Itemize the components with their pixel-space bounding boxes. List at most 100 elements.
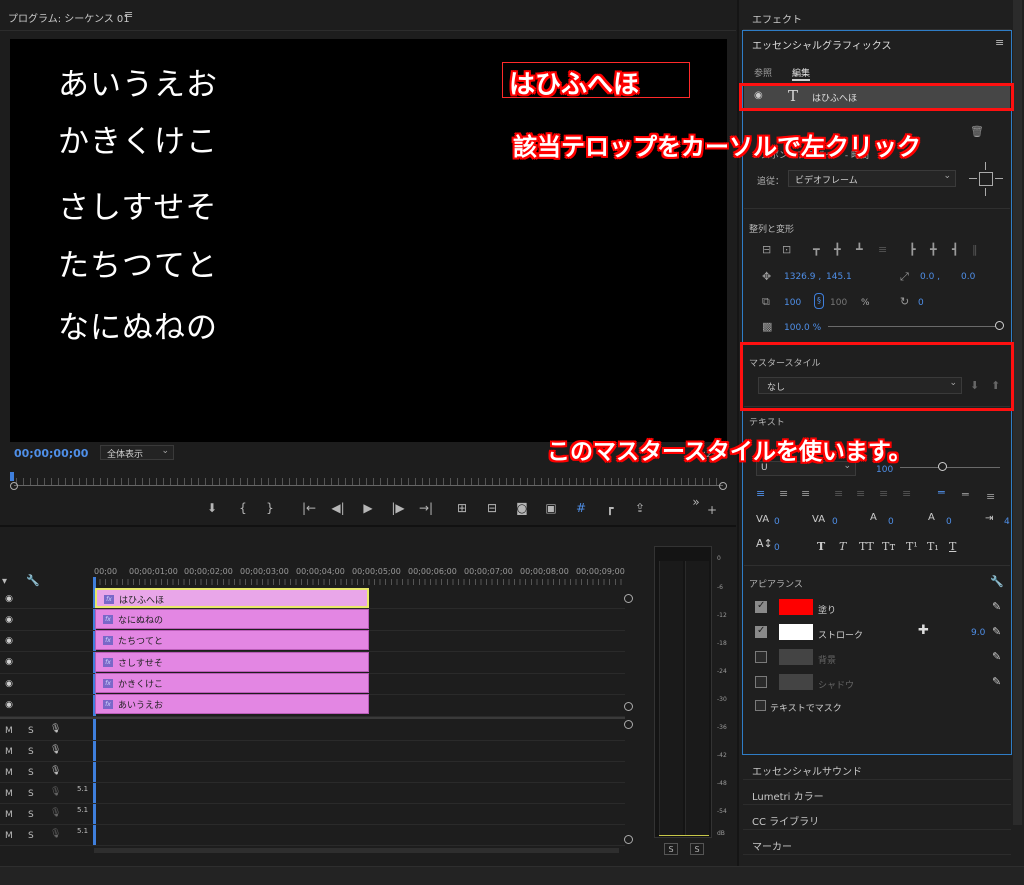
align-left-icon[interactable]: ┣ [909,244,916,256]
eye-icon[interactable]: ◉ [3,615,15,625]
tab-browse[interactable]: 参照 [754,66,772,79]
scale-height[interactable]: 100 [830,298,847,308]
eyedropper-icon[interactable]: ✎ [992,600,1001,613]
align-center-icon[interactable]: ╋ [930,244,937,256]
opacity-value[interactable]: 100.0 % [784,323,821,333]
hamburger-icon[interactable]: ≡ [995,36,1004,49]
share-icon[interactable]: ⇪ [630,501,650,515]
justify-left-icon[interactable]: ≡ [834,488,843,500]
lift-icon[interactable]: ⊞ [452,501,472,515]
position-y[interactable]: 145.1 [826,272,852,282]
eye-icon[interactable]: ◉ [3,700,15,710]
mask-checkbox[interactable] [755,700,766,711]
out-point-icon[interactable]: } [260,501,280,515]
solo-button[interactable]: S [28,726,34,736]
step-forward-icon[interactable]: |▶ [388,501,408,515]
graphic-clip[interactable]: fx なにぬねの [95,609,369,629]
wrench-icon[interactable]: 🔧 [26,574,40,587]
in-point-icon[interactable]: { [233,501,253,515]
time-ruler[interactable]: 00;00 00;00;01;00 00;00;02;00 00;00;03;0… [94,565,625,587]
font-size-slider-handle[interactable] [938,462,947,471]
justify-right-icon[interactable]: ≡ [879,488,888,500]
graphic-clip[interactable]: fx はひふへほ [95,588,369,608]
hamburger-icon[interactable]: ≡ [124,8,133,21]
mic-icon[interactable]: 🎙 [50,766,61,776]
leading-value[interactable]: 0 [888,517,894,527]
right-panel-scrollbar[interactable] [1013,0,1022,825]
scroll-knob[interactable] [624,594,633,603]
link-icon[interactable]: § [814,293,824,309]
export-frame-icon[interactable]: ◙ [512,501,532,515]
mic-icon[interactable]: 🎙 [50,829,61,839]
align-text-right-icon[interactable]: ≡ [801,488,810,500]
wrench-icon[interactable]: 🔧 [990,575,1004,588]
anchor-x[interactable]: 0.0 , [920,272,940,282]
position-x[interactable]: 1326.9 , [784,272,821,282]
rotation-value[interactable]: 0 [918,298,924,308]
justify-center-icon[interactable]: ≡ [856,488,865,500]
solo-button[interactable]: S [28,810,34,820]
baseline-value[interactable]: 0 [946,517,952,527]
mute-button[interactable]: M [5,747,13,757]
step-back-icon[interactable]: ◀| [328,501,348,515]
meter-solo-button[interactable]: S [690,843,704,855]
overlay-icon[interactable]: ┏ [600,501,620,515]
tab-edit[interactable]: 編集 [792,66,810,79]
tab-effects[interactable]: エフェクト [752,11,802,26]
opacity-slider-handle[interactable] [995,321,1004,330]
pin-grid-icon[interactable] [967,160,1007,198]
meter-solo-button[interactable]: S [664,843,678,855]
scrub-handle-right[interactable] [719,482,727,490]
stroke-color-swatch[interactable] [779,624,813,640]
marker-icon[interactable]: ⬇ [202,501,222,515]
mute-button[interactable]: M [5,726,13,736]
goto-out-icon[interactable]: →| [416,501,436,515]
safe-margins-icon[interactable]: # [571,501,591,515]
justify-all-icon[interactable]: ≡ [902,488,911,500]
kerning-value[interactable]: 0 [774,517,780,527]
solo-button[interactable]: S [28,789,34,799]
vertical-align-middle-icon[interactable]: ═ [962,489,969,501]
eyedropper-icon[interactable]: ✎ [992,625,1001,638]
current-timecode[interactable]: 00;00;00;00 [14,447,88,460]
tsume-value[interactable]: 0 [774,543,780,553]
underline-button[interactable]: T [949,540,956,553]
eyedropper-icon[interactable]: ✎ [992,650,1001,663]
compare-icon[interactable]: ▣ [541,501,561,515]
goto-in-icon[interactable]: |← [299,501,319,515]
graphic-clip[interactable]: fx さしすせそ [95,652,369,672]
align-v-center-icon[interactable]: ⊡ [782,244,791,256]
graphic-clip[interactable]: fx たちつてと [95,630,369,650]
add-button-icon[interactable]: + [702,503,722,517]
extract-icon[interactable]: ⊟ [482,501,502,515]
background-color-swatch[interactable] [779,649,813,665]
all-caps-button[interactable]: TT [859,540,874,553]
tab-width-value[interactable]: 4 [1004,517,1010,527]
timeline-filter-icon[interactable]: ▾ [2,576,7,587]
mic-icon[interactable]: 🎙 [50,808,61,818]
mic-icon[interactable]: 🎙 [50,724,61,734]
mute-button[interactable]: M [5,768,13,778]
background-checkbox[interactable] [755,651,767,663]
eye-icon[interactable]: ◉ [3,657,15,667]
scrub-handle-left[interactable] [10,482,18,490]
zoom-select[interactable]: 全体表示 ⌄ [100,445,174,460]
scale-width[interactable]: 100 [784,298,801,308]
eyedropper-icon[interactable]: ✎ [992,675,1001,688]
eye-icon[interactable]: ◉ [3,679,15,689]
align-bottom-icon[interactable]: ┻ [856,244,863,256]
follow-select[interactable]: ビデオフレーム ⌄ [788,170,956,187]
align-text-left-icon[interactable]: ≡ [756,488,765,500]
align-right-icon[interactable]: ┫ [952,244,959,256]
anchor-y[interactable]: 0.0 [961,272,975,282]
stroke-width-value[interactable]: 9.0 [971,628,985,638]
panel-essential-sound[interactable]: エッセンシャルサウンド [743,756,1011,780]
opacity-slider[interactable] [828,321,1004,333]
align-text-center-icon[interactable]: ≡ [779,488,788,500]
align-h-center-icon[interactable]: ⊟ [762,244,771,256]
shadow-checkbox[interactable] [755,676,767,688]
font-size-slider[interactable] [900,462,1004,474]
eye-icon[interactable]: ◉ [3,636,15,646]
vertical-align-bottom-icon[interactable]: ≡ [986,491,995,503]
faux-italic-button[interactable]: T [839,540,846,553]
